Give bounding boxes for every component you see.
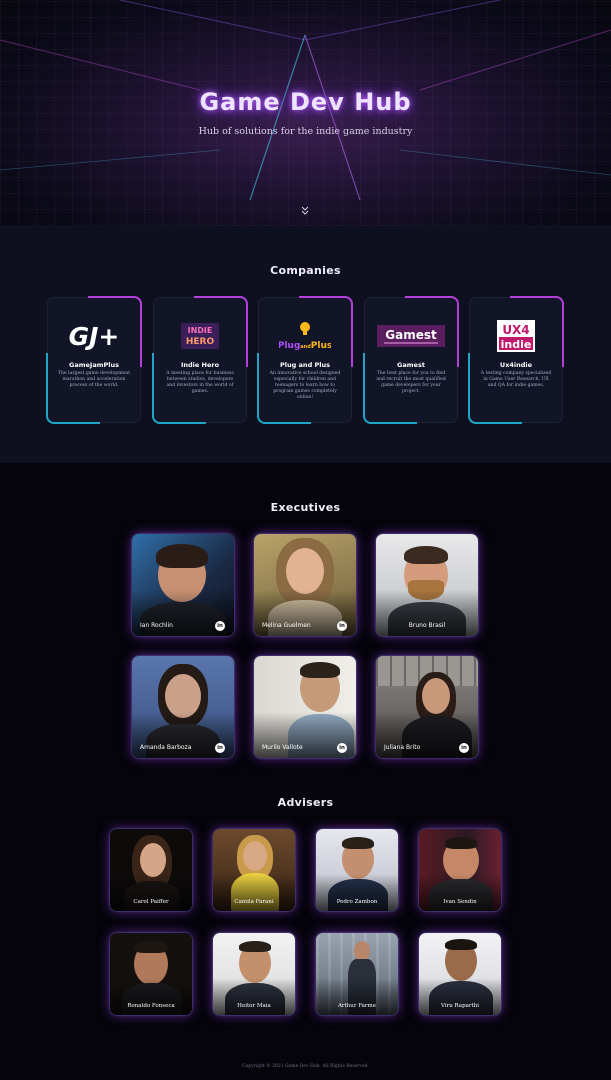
executive-name: Juliana Brito xyxy=(384,744,421,751)
linkedin-icon[interactable]: in xyxy=(337,743,347,753)
svg-text:INDIE: INDIE xyxy=(188,326,213,335)
executives-title: Executives xyxy=(270,501,341,514)
adviser-card[interactable]: Carol Paiffer xyxy=(110,829,192,911)
adviser-card[interactable]: Ivan Sendin xyxy=(419,829,501,911)
adviser-card[interactable]: Camila Farani xyxy=(213,829,295,911)
adviser-name: Camila Farani xyxy=(234,899,274,905)
adviser-name: Heitor Maia xyxy=(237,1003,271,1009)
svg-text:GJ+: GJ+ xyxy=(69,322,120,351)
page-subtitle: Hub of solutions for the indie game indu… xyxy=(198,126,413,137)
executive-card[interactable]: Bruno Brasil xyxy=(376,534,478,636)
executive-name: Ian Rochlin xyxy=(140,622,173,629)
adviser-card[interactable]: Viru Raparthi xyxy=(419,933,501,1015)
companies-section: Companies GJ+ GameJamPlus The largest ga… xyxy=(0,226,611,463)
company-name: Ux4indie xyxy=(499,361,533,369)
company-description: A meeting place for business between stu… xyxy=(166,371,234,394)
adviser-card[interactable]: Heitor Maia xyxy=(213,933,295,1015)
adviser-name: Carol Paiffer xyxy=(133,899,169,905)
executive-name: Murilo Vallote xyxy=(262,744,303,751)
company-name: Gamest xyxy=(397,361,425,369)
company-card-gamest[interactable]: Gamest Gamest The best place for you to … xyxy=(363,296,459,424)
svg-text:indie: indie xyxy=(501,338,532,351)
company-card-gamejamplus[interactable]: GJ+ GameJamPlus The largest game develop… xyxy=(46,296,142,424)
company-name: GameJamPlus xyxy=(69,361,119,369)
linkedin-icon[interactable]: in xyxy=(337,621,347,631)
adviser-name: Pedro Zambon xyxy=(336,899,378,905)
indie-hero-logo: INDIE HERO xyxy=(153,317,247,355)
hero-banner: Game Dev Hub Hub of solutions for the in… xyxy=(0,0,611,226)
svg-text:HERO: HERO xyxy=(186,337,215,347)
team-section: Executives Ian Rochlin in Melina Guelmen… xyxy=(0,463,611,1080)
company-card-indie-hero[interactable]: INDIE HERO Indie Hero A meeting place fo… xyxy=(152,296,248,424)
company-description: The best place for you to find and recru… xyxy=(376,371,446,394)
adviser-card[interactable]: Arthur Farme xyxy=(316,933,398,1015)
adviser-name: Ivan Sendin xyxy=(443,899,477,905)
svg-text:UX4: UX4 xyxy=(502,323,529,337)
gamejamplus-logo: GJ+ xyxy=(47,317,141,355)
companies-title: Companies xyxy=(270,264,341,277)
executive-card[interactable]: Murilo Vallote in xyxy=(254,656,356,758)
plug-and-plus-logo: PlugandPlus xyxy=(258,317,352,355)
ux4indie-logo: UX4 indie xyxy=(469,317,563,355)
adviser-card[interactable]: Pedro Zambon xyxy=(316,829,398,911)
adviser-card[interactable]: Ronaldo Fonseca xyxy=(110,933,192,1015)
executive-card[interactable]: Juliana Brito in xyxy=(376,656,478,758)
svg-text:Gamest: Gamest xyxy=(385,328,437,342)
linkedin-icon[interactable]: in xyxy=(215,621,225,631)
executive-card[interactable]: Amanda Barboza in xyxy=(132,656,234,758)
advisers-title: Advisers xyxy=(277,796,334,809)
adviser-name: Arthur Farme xyxy=(337,1003,377,1009)
linkedin-icon[interactable]: in xyxy=(215,743,225,753)
executive-name: Amanda Barboza xyxy=(140,744,192,751)
gamest-logo: Gamest xyxy=(364,317,458,355)
company-description: An innovative school designed especially… xyxy=(269,371,341,400)
executive-card[interactable]: Melina Guelmen in xyxy=(254,534,356,636)
adviser-name: Viru Raparthi xyxy=(440,1003,480,1009)
company-card-plug-and-plus[interactable]: PlugandPlus Plug and Plus An innovative … xyxy=(257,296,353,424)
executive-card[interactable]: Ian Rochlin in xyxy=(132,534,234,636)
svg-text:PlugandPlus: PlugandPlus xyxy=(279,341,331,351)
adviser-name: Ronaldo Fonseca xyxy=(127,1003,175,1009)
chevrons-down-icon[interactable] xyxy=(300,205,310,217)
company-name: Plug and Plus xyxy=(280,361,330,369)
linkedin-icon[interactable]: in xyxy=(459,743,469,753)
footer-copyright: Copyright © 2021 Game Dev Hub. All Right… xyxy=(242,1064,369,1069)
company-card-ux4indie[interactable]: UX4 indie Ux4indie A testing company spe… xyxy=(468,296,564,424)
company-name: Indie Hero xyxy=(180,361,220,369)
executive-name: Melina Guelmen xyxy=(262,622,311,629)
company-description: A testing company specialized in Game Us… xyxy=(480,371,552,388)
executive-name: Bruno Brasil xyxy=(408,622,446,629)
company-description: The largest game development marathon an… xyxy=(57,371,131,388)
page-title: Game Dev Hub xyxy=(199,88,412,116)
